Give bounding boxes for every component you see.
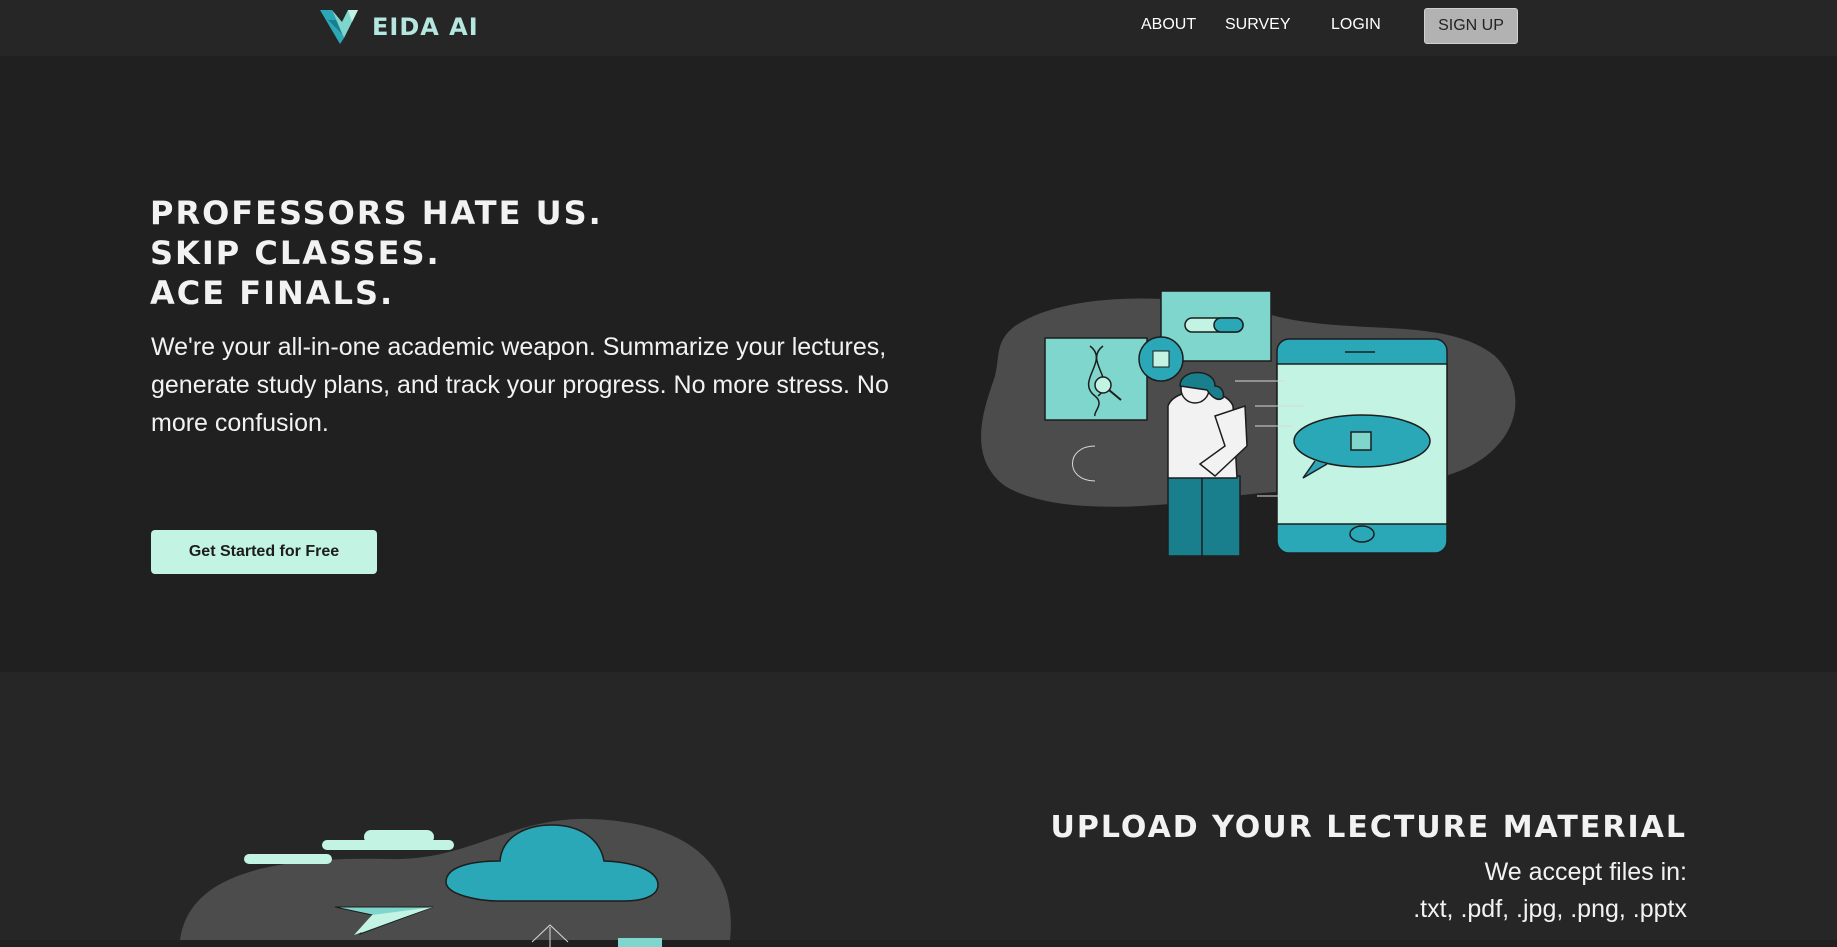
- veida-logo-icon: [320, 10, 358, 44]
- signup-button[interactable]: SIGN UP: [1424, 8, 1518, 44]
- accepted-files-label: We accept files in:: [1484, 858, 1687, 886]
- headline-line-3: ACE FINALS.: [150, 274, 395, 312]
- upload-section: UPLOAD YOUR LECTURE MATERIAL We accept f…: [0, 672, 1837, 947]
- hero-headline: PROFESSORS HATE US. SKIP CLASSES. ACE FI…: [150, 193, 603, 313]
- top-navbar: EIDA AI ABOUT SURVEY LOGIN SIGN UP: [0, 0, 1837, 56]
- headline-line-1: PROFESSORS HATE US.: [150, 194, 603, 232]
- headline-line-2: SKIP CLASSES.: [150, 234, 441, 272]
- nav-about[interactable]: ABOUT: [1141, 16, 1196, 34]
- hero-description: We're your all-in-one academic weapon. S…: [151, 333, 889, 437]
- nav-survey[interactable]: SURVEY: [1225, 16, 1291, 34]
- cloud-upload-illustration: [180, 818, 731, 947]
- get-started-button[interactable]: Get Started for Free: [151, 530, 377, 574]
- nav-login[interactable]: LOGIN: [1331, 16, 1381, 34]
- upload-title: UPLOAD YOUR LECTURE MATERIAL: [1050, 810, 1687, 845]
- hero-section: PROFESSORS HATE US. SKIP CLASSES. ACE FI…: [0, 56, 1837, 672]
- accepted-file-formats: .txt, .pdf, .jpg, .png, .pptx: [1413, 895, 1687, 923]
- student-with-phone-illustration: [981, 290, 1516, 556]
- brand-name: EIDA AI: [372, 13, 479, 41]
- brand-logo[interactable]: EIDA AI: [318, 8, 479, 46]
